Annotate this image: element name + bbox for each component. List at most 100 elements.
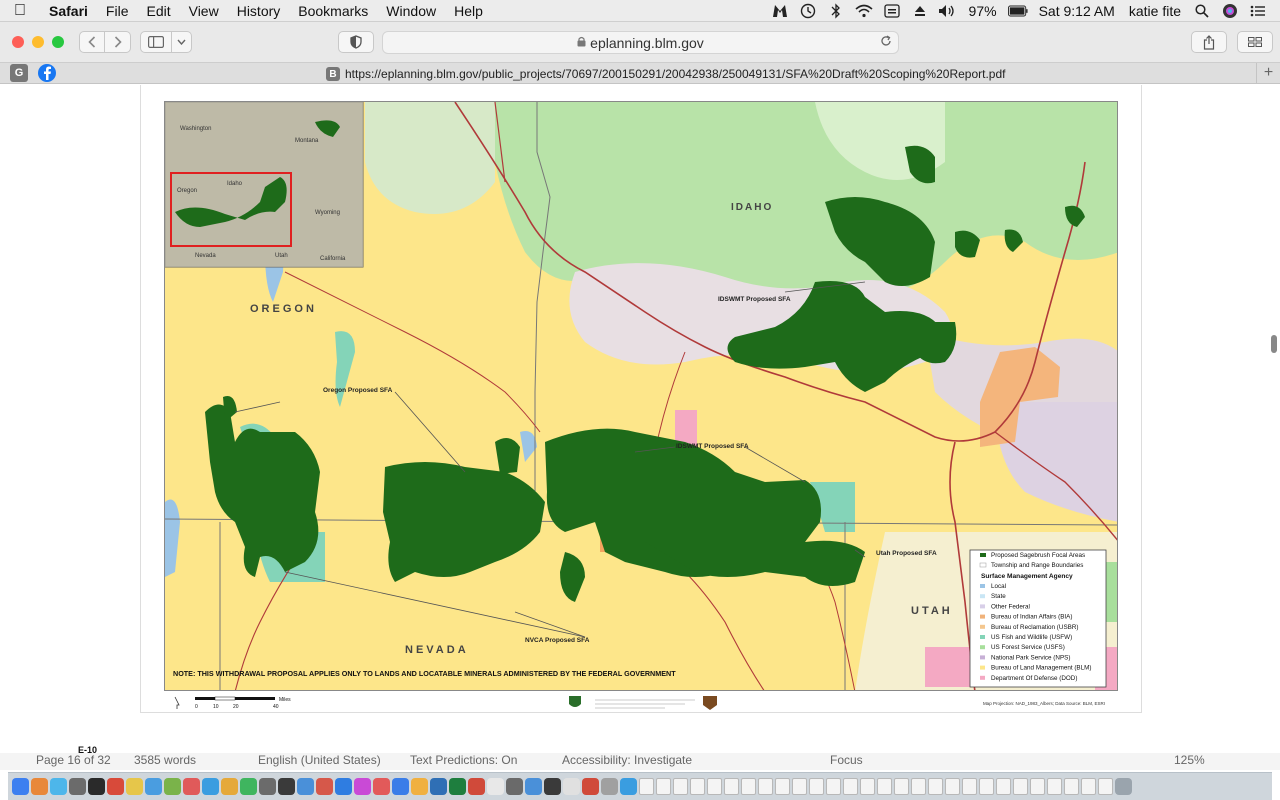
dock-app-icon-14[interactable]	[278, 778, 295, 795]
dock-app-icon-12[interactable]	[240, 778, 257, 795]
wifi-icon[interactable]	[854, 0, 874, 22]
dock-app-icon-39[interactable]	[741, 778, 756, 795]
menu-help[interactable]: Help	[445, 0, 492, 22]
sidebar-toggle-button[interactable]	[140, 31, 172, 53]
menu-history[interactable]: History	[228, 0, 290, 22]
dock-app-icon-56[interactable]	[1030, 778, 1045, 795]
notification-center-icon[interactable]	[1248, 0, 1268, 22]
dock-app-icon-33[interactable]	[639, 778, 654, 795]
volume-icon[interactable]	[938, 0, 958, 22]
siri-icon[interactable]	[1220, 0, 1240, 22]
eject-icon[interactable]	[910, 0, 930, 22]
dock-app-icon-40[interactable]	[758, 778, 773, 795]
dock-app-icon-59[interactable]	[1081, 778, 1096, 795]
tab-overview-button[interactable]	[1237, 31, 1273, 53]
dock-app-icon-29[interactable]	[563, 778, 580, 795]
zoom-window-button[interactable]	[52, 36, 64, 48]
dock-app-icon-36[interactable]	[690, 778, 705, 795]
dock-app-icon-13[interactable]	[259, 778, 276, 795]
dock-app-icon-45[interactable]	[843, 778, 858, 795]
dock-app-icon-6[interactable]	[126, 778, 143, 795]
word-text-predictions[interactable]: Text Predictions: On	[410, 753, 517, 767]
dock-app-icon-58[interactable]	[1064, 778, 1079, 795]
clock[interactable]: Sat 9:12 AM	[1032, 0, 1122, 22]
word-zoom[interactable]: 125%	[1174, 753, 1205, 767]
keyboard-icon[interactable]	[882, 0, 902, 22]
apple-menu-icon[interactable]: 	[0, 2, 40, 20]
dock-app-icon-52[interactable]	[962, 778, 977, 795]
back-button[interactable]	[79, 31, 105, 53]
reload-icon[interactable]	[880, 35, 892, 50]
dock-app-icon-30[interactable]	[582, 778, 599, 795]
share-button[interactable]	[1191, 31, 1227, 53]
dock-app-icon-16[interactable]	[316, 778, 333, 795]
dock-app-icon-4[interactable]	[88, 778, 105, 795]
battery-icon[interactable]	[1007, 0, 1028, 22]
dock-app-icon-26[interactable]	[506, 778, 523, 795]
dock-app-icon-18[interactable]	[354, 778, 371, 795]
menu-edit[interactable]: Edit	[137, 0, 179, 22]
menu-window[interactable]: Window	[377, 0, 445, 22]
dock-app-icon-1[interactable]	[31, 778, 48, 795]
dock-app-icon-19[interactable]	[373, 778, 390, 795]
dock-app-icon-7[interactable]	[145, 778, 162, 795]
dock-app-icon-48[interactable]	[894, 778, 909, 795]
dock-app-icon-28[interactable]	[544, 778, 561, 795]
menu-view[interactable]: View	[180, 0, 228, 22]
dock-app-icon-54[interactable]	[996, 778, 1011, 795]
dock-app-icon-24[interactable]	[468, 778, 485, 795]
time-machine-icon[interactable]	[798, 0, 818, 22]
forward-button[interactable]	[105, 31, 131, 53]
dock-app-icon-47[interactable]	[877, 778, 892, 795]
dock-app-icon-21[interactable]	[411, 778, 428, 795]
word-accessibility[interactable]: Accessibility: Investigate	[562, 753, 692, 767]
new-tab-button[interactable]: +	[1256, 63, 1280, 84]
dock-app-icon-8[interactable]	[164, 778, 181, 795]
word-word-count[interactable]: 3585 words	[134, 753, 196, 767]
dock-app-icon-25[interactable]	[487, 778, 504, 795]
dock-app-icon-43[interactable]	[809, 778, 824, 795]
privacy-report-button[interactable]	[338, 31, 374, 53]
pdf-viewport[interactable]: IDAHO OREGON NEVADA UTAH IDSWMT Proposed…	[0, 85, 1280, 775]
dock-app-icon-51[interactable]	[945, 778, 960, 795]
dock-app-icon-53[interactable]	[979, 778, 994, 795]
menu-app-safari[interactable]: Safari	[40, 0, 97, 22]
facebook-icon[interactable]	[38, 64, 56, 82]
dock-app-icon-55[interactable]	[1013, 778, 1028, 795]
dock-app-icon-22[interactable]	[430, 778, 447, 795]
dock-app-icon-9[interactable]	[183, 778, 200, 795]
dock-app-icon-17[interactable]	[335, 778, 352, 795]
dock-app-icon-0[interactable]	[12, 778, 29, 795]
dock-app-icon-15[interactable]	[297, 778, 314, 795]
word-language[interactable]: English (United States)	[258, 753, 381, 767]
dock-app-icon-60[interactable]	[1098, 778, 1113, 795]
dock-app-icon-5[interactable]	[107, 778, 124, 795]
dock-app-icon-57[interactable]	[1047, 778, 1062, 795]
close-window-button[interactable]	[12, 36, 24, 48]
word-page-count[interactable]: Page 16 of 32	[36, 753, 111, 767]
bluetooth-icon[interactable]	[826, 0, 846, 22]
dock-app-icon-49[interactable]	[911, 778, 926, 795]
dock-app-icon-20[interactable]	[392, 778, 409, 795]
dock-app-icon-46[interactable]	[860, 778, 875, 795]
malwarebytes-icon[interactable]	[770, 0, 790, 22]
spotlight-search-icon[interactable]	[1192, 0, 1212, 22]
dock-app-icon-3[interactable]	[69, 778, 86, 795]
scrollbar-thumb[interactable]	[1271, 335, 1277, 353]
dock-app-icon-50[interactable]	[928, 778, 943, 795]
minimize-window-button[interactable]	[32, 36, 44, 48]
dock-app-icon-38[interactable]	[724, 778, 739, 795]
menu-bookmarks[interactable]: Bookmarks	[289, 0, 377, 22]
dock-app-icon-34[interactable]	[656, 778, 671, 795]
menu-file[interactable]: File	[97, 0, 138, 22]
dock-app-icon-42[interactable]	[792, 778, 807, 795]
dock-app-icon-27[interactable]	[525, 778, 542, 795]
dock-app-icon-11[interactable]	[221, 778, 238, 795]
user-name[interactable]: katie fite	[1122, 0, 1188, 22]
dock-app-icon-31[interactable]	[601, 778, 618, 795]
dock-app-icon-41[interactable]	[775, 778, 790, 795]
active-tab[interactable]: B https://eplanning.blm.gov/public_proje…	[326, 65, 1006, 83]
address-bar[interactable]: eplanning.blm.gov	[382, 31, 899, 54]
dock-app-icon-10[interactable]	[202, 778, 219, 795]
dock-app-icon-23[interactable]	[449, 778, 466, 795]
